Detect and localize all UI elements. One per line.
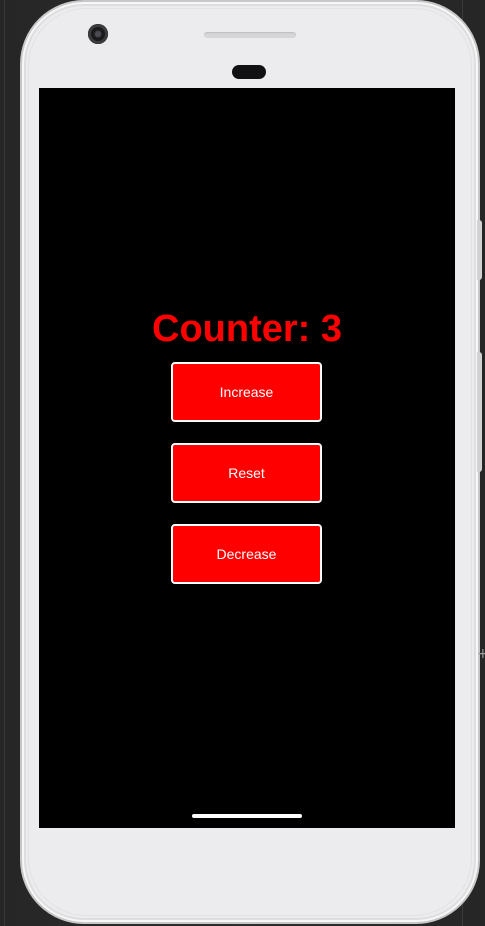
camera-lens: [95, 31, 101, 37]
background-divider: [4, 0, 5, 926]
front-camera-icon: [88, 24, 108, 44]
increase-button[interactable]: Increase: [171, 362, 322, 422]
device-screen: Counter: 3 Increase Reset Decrease: [39, 88, 455, 828]
home-indicator[interactable]: [192, 814, 302, 818]
increase-button-label: Increase: [219, 384, 274, 400]
earpiece-sensor: [232, 65, 266, 79]
reset-button-label: Reset: [228, 465, 265, 481]
decrease-button[interactable]: Decrease: [171, 524, 322, 584]
speaker-grille: [204, 32, 296, 38]
power-button[interactable]: [477, 352, 482, 472]
volume-button[interactable]: [477, 220, 482, 280]
plus-icon: +: [477, 646, 485, 662]
emulator-stage: Counter: 3 Increase Reset Decrease +: [0, 0, 485, 926]
reset-button[interactable]: Reset: [171, 443, 322, 503]
counter-label: Counter: 3: [152, 308, 342, 350]
phone-frame: Counter: 3 Increase Reset Decrease: [20, 0, 482, 924]
decrease-button-label: Decrease: [216, 546, 277, 562]
